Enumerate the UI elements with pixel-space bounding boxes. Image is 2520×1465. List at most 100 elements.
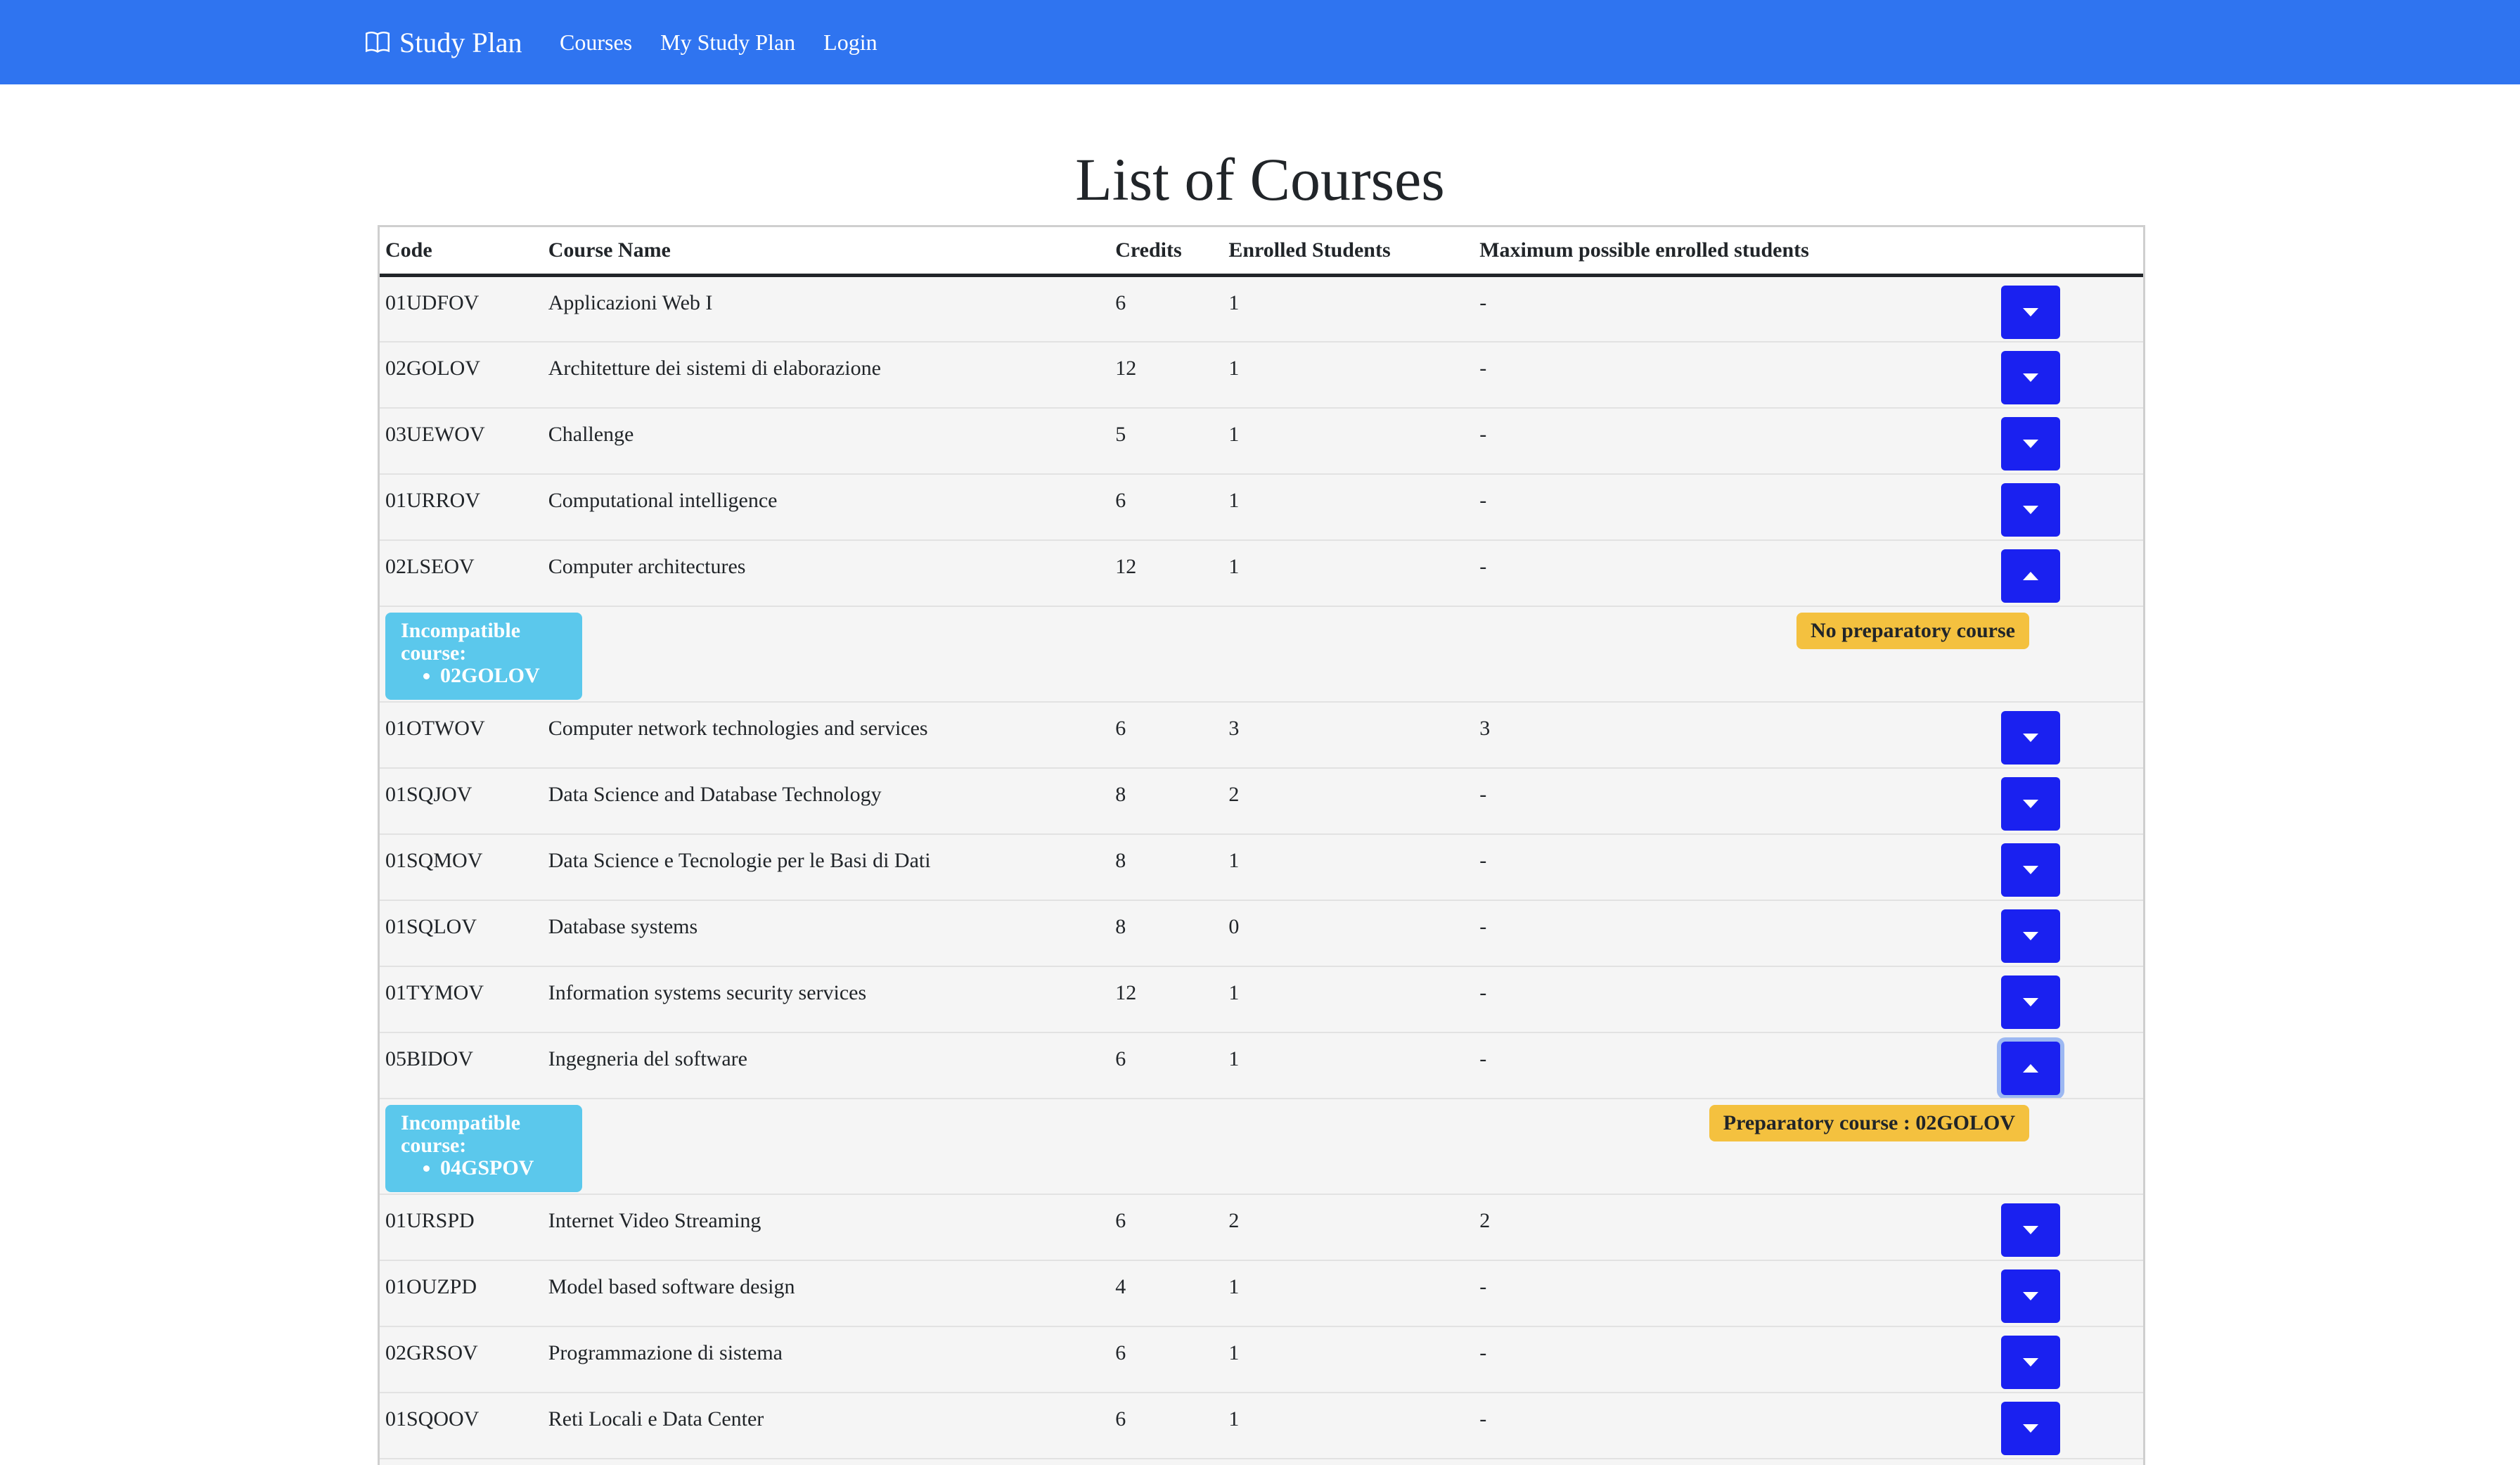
cell-action — [1995, 473, 2143, 541]
caret-down-icon — [2023, 931, 2039, 940]
cell-course-name: Reti Locali e Data Center — [542, 1392, 1110, 1459]
expand-button[interactable] — [2001, 975, 2061, 1029]
table-row: 03UEWOV Challenge 5 1 - — [380, 407, 2143, 475]
brand-label: Study Plan — [399, 26, 522, 58]
cell-code: 01UDFOV — [380, 275, 543, 343]
cell-enrolled: 1 — [1223, 407, 1474, 475]
cell-course-name: Information systems security services — [542, 966, 1110, 1033]
cell-action — [1995, 1392, 2143, 1459]
table-header-row: Code Course Name Credits Enrolled Studen… — [380, 227, 2143, 277]
courses-table-container: Code Course Name Credits Enrolled Studen… — [378, 225, 2145, 1465]
cell-course-name: Architetture dei sistemi di elaborazione — [542, 341, 1110, 409]
page-title: List of Courses — [1075, 146, 1445, 213]
nav-links: Courses My Study Plan Login — [560, 0, 906, 84]
cell-code: 02GRSOV — [380, 1326, 543, 1393]
collapse-button[interactable] — [2001, 549, 2061, 603]
caret-down-icon — [2023, 1424, 2039, 1433]
cell-action — [1995, 407, 2143, 475]
cell-code: 01URROV — [380, 473, 543, 541]
cell-code: 02LSEOV — [380, 539, 543, 607]
expand-button[interactable] — [2001, 1203, 2061, 1257]
cell-credits: 12 — [1110, 966, 1223, 1033]
cell-max-enrolled: - — [1474, 833, 1996, 901]
expand-button[interactable] — [2001, 416, 2061, 471]
cell-credits: 6 — [1110, 473, 1223, 541]
cell-enrolled: 1 — [1223, 275, 1474, 343]
expand-button[interactable] — [2001, 776, 2061, 831]
cell-credits: 8 — [1110, 767, 1223, 835]
incompatible-course-list: 02GOLOV — [401, 664, 567, 687]
cell-course-name: Computer network technologies and servic… — [542, 701, 1110, 769]
cell-code: 03UEWOV — [380, 407, 543, 475]
collapse-button[interactable] — [2001, 1041, 2061, 1095]
caret-down-icon — [2023, 799, 2039, 808]
table-row: 01SQLOV Database systems 8 0 - — [380, 900, 2143, 967]
cell-action — [1995, 1326, 2143, 1393]
cell-course-name: Data Science and Database Technology — [542, 767, 1110, 835]
table-row: 01OUZPD Model based software design 4 1 … — [380, 1260, 2143, 1327]
cell-course-name: Applicazioni Web I — [542, 275, 1110, 343]
cell-max-enrolled: 2 — [1474, 1194, 1996, 1261]
expand-button[interactable] — [2001, 1269, 2061, 1323]
cell-action — [1995, 1032, 2143, 1099]
incompatible-course-badge: Incompatible course: 04GSPOV — [385, 1104, 582, 1192]
cell-max-enrolled: 3 — [1474, 701, 1996, 769]
cell-max-enrolled: - — [1474, 539, 1996, 607]
cell-code: 01SQLOV — [380, 900, 543, 967]
caret-down-icon — [2023, 997, 2039, 1006]
cell-max-enrolled: - — [1474, 966, 1996, 1033]
cell-code: 01SQOOV — [380, 1392, 543, 1459]
expand-button[interactable] — [2001, 710, 2061, 765]
cell-action — [1995, 1194, 2143, 1261]
cell-credits: 12 — [1110, 539, 1223, 607]
cell-action — [1995, 1260, 2143, 1327]
book-icon — [366, 32, 390, 53]
cell-action — [1995, 701, 2143, 769]
cell-action — [1995, 900, 2143, 967]
cell-credits: 6 — [1110, 1326, 1223, 1393]
caret-up-icon — [2023, 1063, 2039, 1073]
expand-button[interactable] — [2001, 843, 2061, 897]
expand-button[interactable] — [2001, 1335, 2061, 1389]
caret-down-icon — [2023, 1225, 2039, 1234]
nav-link-courses[interactable]: Courses — [560, 30, 632, 56]
cell-enrolled: 1 — [1223, 1032, 1474, 1099]
cell-course-name: Ingegneria del software — [542, 1032, 1110, 1099]
cell-max-enrolled: - — [1474, 275, 1996, 343]
cell-action — [1995, 341, 2143, 409]
cell-credits: 6 — [1110, 1032, 1223, 1099]
cell-enrolled: 3 — [1223, 701, 1474, 769]
table-row: 01URROV Computational intelligence 6 1 - — [380, 473, 2143, 541]
nav-link-login[interactable]: Login — [823, 30, 877, 56]
expand-button[interactable] — [2001, 286, 2061, 339]
header-action — [1995, 227, 2143, 277]
cell-credits: 5 — [1110, 407, 1223, 475]
cell-course-name: Model based software design — [542, 1260, 1110, 1327]
cell-course-name: Computer architectures — [542, 539, 1110, 607]
cell-max-enrolled: - — [1474, 1032, 1996, 1099]
caret-down-icon — [2023, 439, 2039, 448]
nav-link-my-study-plan[interactable]: My Study Plan — [660, 30, 795, 56]
caret-up-icon — [2023, 571, 2039, 580]
brand-link[interactable]: Study Plan — [363, 0, 522, 84]
expand-button[interactable] — [2001, 909, 2061, 963]
expand-button[interactable] — [2001, 482, 2061, 537]
cell-action — [1995, 767, 2143, 835]
cell-max-enrolled: - — [1474, 341, 1996, 409]
cell-code: 01TYMOV — [380, 966, 543, 1033]
caret-down-icon — [2023, 373, 2039, 382]
expand-button[interactable] — [2001, 350, 2061, 404]
table-row: 01TYMOV Information systems security ser… — [380, 966, 2143, 1033]
table-row: 01SQJOV Data Science and Database Techno… — [380, 767, 2143, 835]
course-detail-cell: Incompatible course: 04GSPOV Preparatory… — [380, 1098, 2143, 1195]
cell-max-enrolled: - — [1474, 1260, 1996, 1327]
caret-down-icon — [2023, 733, 2039, 742]
table-row: 05BIDOV Ingegneria del software 6 1 - — [380, 1032, 2143, 1099]
cell-enrolled: 1 — [1223, 1392, 1474, 1459]
expand-button[interactable] — [2001, 1401, 2061, 1455]
caret-down-icon — [2023, 308, 2039, 316]
cell-enrolled: 0 — [1223, 900, 1474, 967]
cell-max-enrolled: - — [1474, 767, 1996, 835]
cell-course-name: Database systems — [542, 900, 1110, 967]
cell-enrolled: 1 — [1223, 966, 1474, 1033]
